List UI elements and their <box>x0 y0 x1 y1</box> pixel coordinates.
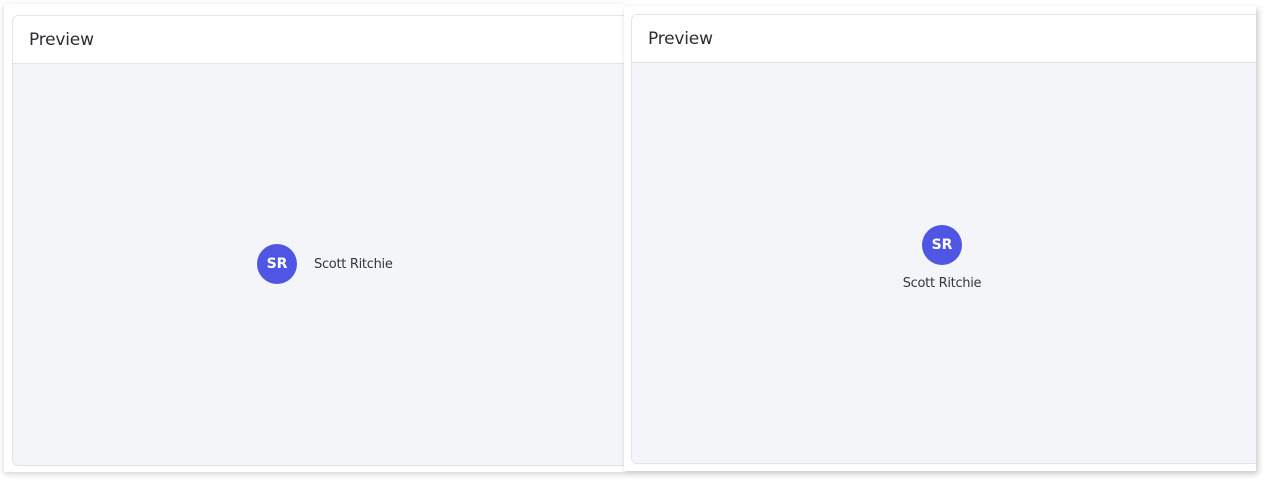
preview-area: SR Scott Ritchie <box>13 64 626 465</box>
preview-card: Preview SR Scott Ritchie <box>631 14 1256 464</box>
preview-card: Preview SR Scott Ritchie <box>12 15 626 466</box>
user-name: Scott Ritchie <box>902 276 982 291</box>
user-name: Scott Ritchie <box>314 256 393 272</box>
user-item-vertical: SR Scott Ritchie <box>892 225 992 291</box>
avatar-initials: SR <box>931 237 953 253</box>
avatar: SR <box>257 244 297 284</box>
avatar: SR <box>922 225 962 265</box>
right-screenshot: Preview SR Scott Ritchie <box>624 6 1256 471</box>
preview-title: Preview <box>29 29 94 50</box>
preview-card-header: Preview <box>13 16 626 64</box>
comparison-stage: Preview SR Scott Ritchie Preview SR Scot… <box>0 0 1268 487</box>
preview-title: Preview <box>648 28 713 49</box>
preview-area: SR Scott Ritchie <box>632 63 1256 463</box>
user-item-horizontal: SR Scott Ritchie <box>257 244 393 284</box>
avatar-initials: SR <box>266 256 288 272</box>
left-screenshot: Preview SR Scott Ritchie <box>4 4 626 472</box>
preview-card-header: Preview <box>632 15 1256 63</box>
